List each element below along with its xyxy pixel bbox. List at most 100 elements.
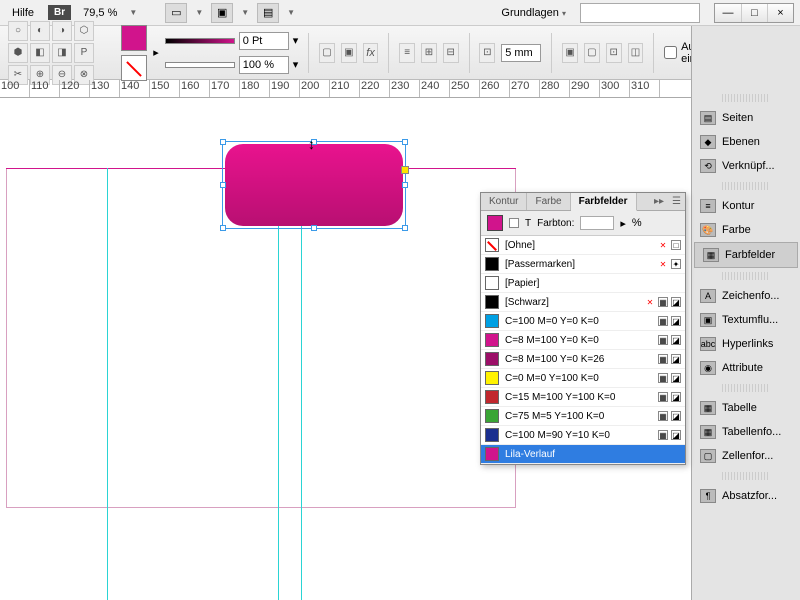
swatch-row[interactable]: C=0 M=0 Y=100 K=0▦◪: [481, 369, 685, 388]
swatch-row[interactable]: [Passermarken]✕✦: [481, 255, 685, 274]
guide-vertical[interactable]: [278, 168, 279, 600]
resize-handle[interactable]: [402, 225, 408, 231]
panel-grip[interactable]: [722, 94, 770, 102]
panel-button-zellenfor[interactable]: ▢Zellenfor...: [692, 444, 800, 468]
tab-farbe[interactable]: Farbe: [527, 193, 570, 210]
panel-button-farbfelder[interactable]: ▦Farbfelder: [694, 242, 798, 268]
chevron-icon[interactable]: ▸: [620, 217, 626, 230]
swatch-row[interactable]: [Ohne]✕□: [481, 236, 685, 255]
swatch-row[interactable]: Lila-Verlauf: [481, 445, 685, 464]
panel-button-attribute[interactable]: ◉Attribute: [692, 356, 800, 380]
panel-button-kontur[interactable]: ≡Kontur: [692, 194, 800, 218]
chevron-down-icon[interactable]: ▼: [287, 8, 295, 17]
fit-proportional-button[interactable]: ◫: [628, 43, 644, 63]
panel-grip[interactable]: [722, 472, 770, 480]
chevron-down-icon[interactable]: ▼: [195, 8, 203, 17]
chevron-down-icon[interactable]: ▼: [241, 8, 249, 17]
tool-button[interactable]: ⬡: [74, 21, 94, 41]
text-swatch-icon[interactable]: T: [525, 218, 531, 229]
effects-button[interactable]: ▢: [319, 43, 335, 63]
text-wrap-button[interactable]: ⊞: [421, 43, 437, 63]
close-button[interactable]: ×: [767, 4, 793, 22]
panel-button-absatzfor[interactable]: ¶Absatzfor...: [692, 484, 800, 508]
tab-farbfelder[interactable]: Farbfelder: [571, 193, 637, 211]
tool-button[interactable]: ◑: [52, 21, 72, 41]
bridge-button[interactable]: Br: [48, 5, 71, 20]
opacity-slider[interactable]: [165, 62, 235, 68]
help-menu[interactable]: Hilfe: [6, 5, 40, 21]
autofit-check[interactable]: [664, 46, 677, 59]
swatch-row[interactable]: [Papier]: [481, 274, 685, 293]
text-wrap-button[interactable]: ⊟: [443, 43, 459, 63]
resize-handle[interactable]: [402, 182, 408, 188]
fit-button[interactable]: ⊡: [479, 43, 495, 63]
text-wrap-button[interactable]: ≡: [399, 43, 415, 63]
panel-button-textumflu[interactable]: ▣Textumflu...: [692, 308, 800, 332]
view-options-button[interactable]: ▭: [165, 3, 187, 23]
swatch-list[interactable]: [Ohne]✕□[Passermarken]✕✦[Papier][Schwarz…: [481, 236, 685, 464]
chevron-down-icon[interactable]: ▸: [153, 46, 159, 59]
tint-slider[interactable]: [165, 38, 235, 44]
resize-handle[interactable]: [402, 139, 408, 145]
panel-button-ebenen[interactable]: ◆Ebenen: [692, 130, 800, 154]
panel-menu-icon[interactable]: ☰: [668, 196, 685, 207]
panel-grip[interactable]: [722, 272, 770, 280]
swatch-row[interactable]: [Schwarz]✕▦◪: [481, 293, 685, 312]
type-on-path-icon[interactable]: P: [74, 43, 94, 63]
stroke-weight-field[interactable]: 0 Pt: [239, 32, 289, 50]
workspace-switcher[interactable]: Grundlagen ▾: [495, 5, 572, 21]
panel-button-verknpf[interactable]: ⟲Verknüpf...: [692, 154, 800, 178]
fit-content-button[interactable]: ▣: [562, 43, 578, 63]
fit-gap-field[interactable]: 5 mm: [501, 44, 541, 62]
container-swatch-icon[interactable]: [509, 218, 519, 228]
fit-frame-button[interactable]: ▢: [584, 43, 600, 63]
tool-button[interactable]: ◐: [30, 21, 50, 41]
swatch-row[interactable]: C=75 M=5 Y=100 K=0▦◪: [481, 407, 685, 426]
tool-button[interactable]: ○: [8, 21, 28, 41]
stroke-swatch[interactable]: [121, 55, 147, 81]
resize-handle[interactable]: [220, 139, 226, 145]
corner-radius-handle[interactable]: [401, 166, 409, 174]
swatch-row[interactable]: C=100 M=90 Y=10 K=0▦◪: [481, 426, 685, 445]
tint-field[interactable]: [580, 216, 614, 230]
panel-button-zeichenfo[interactable]: AZeichenfo...: [692, 284, 800, 308]
minimize-button[interactable]: —: [715, 4, 741, 22]
tab-kontur[interactable]: Kontur: [481, 193, 527, 210]
guide-vertical[interactable]: [301, 168, 302, 600]
chevron-down-icon[interactable]: ▾: [293, 58, 299, 71]
swatch-row[interactable]: C=15 M=100 Y=100 K=0▦◪: [481, 388, 685, 407]
panel-button-hyperlinks[interactable]: abcHyperlinks: [692, 332, 800, 356]
chevron-down-icon[interactable]: ▾: [293, 34, 299, 47]
tool-button[interactable]: ◨: [52, 43, 72, 63]
swatch-row[interactable]: C=100 M=0 Y=0 K=0▦◪: [481, 312, 685, 331]
search-input[interactable]: [580, 3, 700, 23]
panel-button-tabelle[interactable]: ▦Tabelle: [692, 396, 800, 420]
effects-button[interactable]: ▣: [341, 43, 357, 63]
screen-mode-button[interactable]: ▣: [211, 3, 233, 23]
panel-grip[interactable]: [722, 384, 770, 392]
resize-handle[interactable]: [220, 225, 226, 231]
swatch-row[interactable]: C=8 M=100 Y=0 K=26▦◪: [481, 350, 685, 369]
opacity-field[interactable]: 100 %: [239, 56, 289, 74]
current-fill-swatch[interactable]: [487, 215, 503, 231]
guide-vertical[interactable]: [107, 168, 108, 600]
tool-button[interactable]: ◧: [30, 43, 50, 63]
horizontal-ruler[interactable]: 1001101201301401501601701801902002102202…: [0, 80, 800, 98]
fill-swatch[interactable]: [121, 25, 147, 51]
fx-button[interactable]: fx: [363, 43, 379, 63]
arrange-button[interactable]: ▤: [257, 3, 279, 23]
panel-grip[interactable]: [722, 182, 770, 190]
resize-handle[interactable]: [220, 182, 226, 188]
zoom-level[interactable]: 79,5 %: [79, 5, 121, 21]
panel-button-farbe[interactable]: 🎨Farbe: [692, 218, 800, 242]
panel-label: Tabelle: [722, 402, 757, 414]
center-content-button[interactable]: ⊡: [606, 43, 622, 63]
panel-collapse-icon[interactable]: ▸▸: [650, 196, 668, 207]
tool-button[interactable]: ⬢: [8, 43, 28, 63]
panel-button-seiten[interactable]: ▤Seiten: [692, 106, 800, 130]
swatch-row[interactable]: C=8 M=100 Y=0 K=0▦◪: [481, 331, 685, 350]
chevron-down-icon[interactable]: ▼: [129, 8, 137, 17]
resize-handle[interactable]: [311, 225, 317, 231]
panel-button-tabellenfo[interactable]: ▦Tabellenfo...: [692, 420, 800, 444]
maximize-button[interactable]: □: [741, 4, 767, 22]
